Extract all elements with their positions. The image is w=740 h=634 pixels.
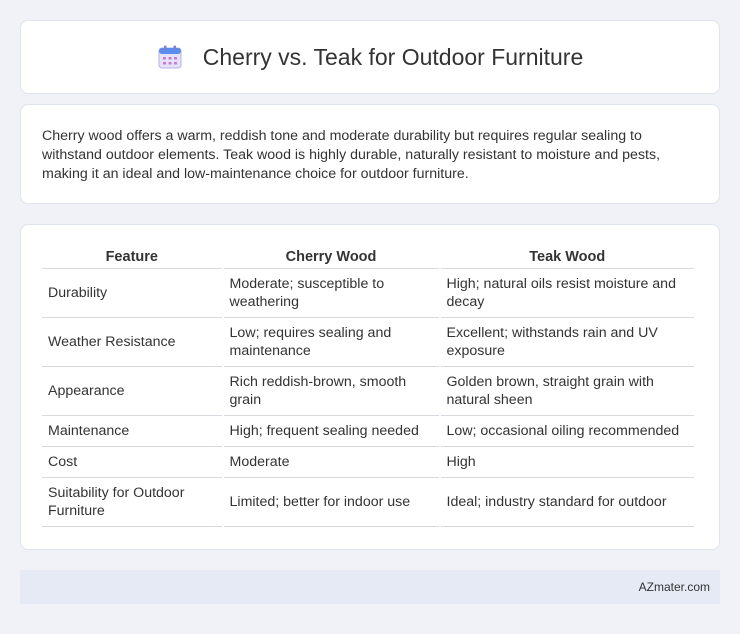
feature-cell: Appearance xyxy=(42,367,222,416)
table-row: Appearance Rich reddish-brown, smooth gr… xyxy=(42,367,694,416)
table-card: Feature Cherry Wood Teak Wood Durability… xyxy=(20,224,720,550)
table-row: Durability Moderate; susceptible to weat… xyxy=(42,269,694,318)
table-row: Cost Moderate High xyxy=(42,447,694,478)
footer-brand[interactable]: AZmater.com xyxy=(639,580,710,594)
footer-bar: AZmater.com xyxy=(20,570,720,604)
header-feature: Feature xyxy=(42,247,222,269)
cherry-cell: Low; requires sealing and maintenance xyxy=(223,318,439,367)
header-cherry: Cherry Wood xyxy=(223,247,439,269)
teak-cell: High; natural oils resist moisture and d… xyxy=(440,269,694,318)
intro-card: Cherry wood offers a warm, reddish tone … xyxy=(20,104,720,204)
header-teak: Teak Wood xyxy=(440,247,694,269)
table-header-row: Feature Cherry Wood Teak Wood xyxy=(42,247,694,269)
cherry-cell: High; frequent sealing needed xyxy=(223,416,439,447)
teak-cell: Low; occasional oiling recommended xyxy=(440,416,694,447)
title-card: Cherry vs. Teak for Outdoor Furniture xyxy=(20,20,720,94)
calendar-icon xyxy=(157,44,183,70)
cherry-cell: Moderate; susceptible to weathering xyxy=(223,269,439,318)
teak-cell: Ideal; industry standard for outdoor xyxy=(440,478,694,527)
feature-cell: Maintenance xyxy=(42,416,222,447)
teak-cell: Excellent; withstands rain and UV exposu… xyxy=(440,318,694,367)
cherry-cell: Rich reddish-brown, smooth grain xyxy=(223,367,439,416)
table-row: Suitability for Outdoor Furniture Limite… xyxy=(42,478,694,527)
table-row: Maintenance High; frequent sealing neede… xyxy=(42,416,694,447)
feature-cell: Suitability for Outdoor Furniture xyxy=(42,478,222,527)
feature-cell: Weather Resistance xyxy=(42,318,222,367)
teak-cell: Golden brown, straight grain with natura… xyxy=(440,367,694,416)
table-row: Weather Resistance Low; requires sealing… xyxy=(42,318,694,367)
page-title: Cherry vs. Teak for Outdoor Furniture xyxy=(202,43,584,70)
teak-cell: High xyxy=(440,447,694,478)
comparison-table: Feature Cherry Wood Teak Wood Durability… xyxy=(40,247,696,527)
feature-cell: Durability xyxy=(42,269,222,318)
intro-paragraph: Cherry wood offers a warm, reddish tone … xyxy=(42,128,661,182)
cherry-cell: Moderate xyxy=(223,447,439,478)
feature-cell: Cost xyxy=(42,447,222,478)
title-wrap: Cherry vs. Teak for Outdoor Furniture xyxy=(157,43,584,71)
cherry-cell: Limited; better for indoor use xyxy=(223,478,439,527)
